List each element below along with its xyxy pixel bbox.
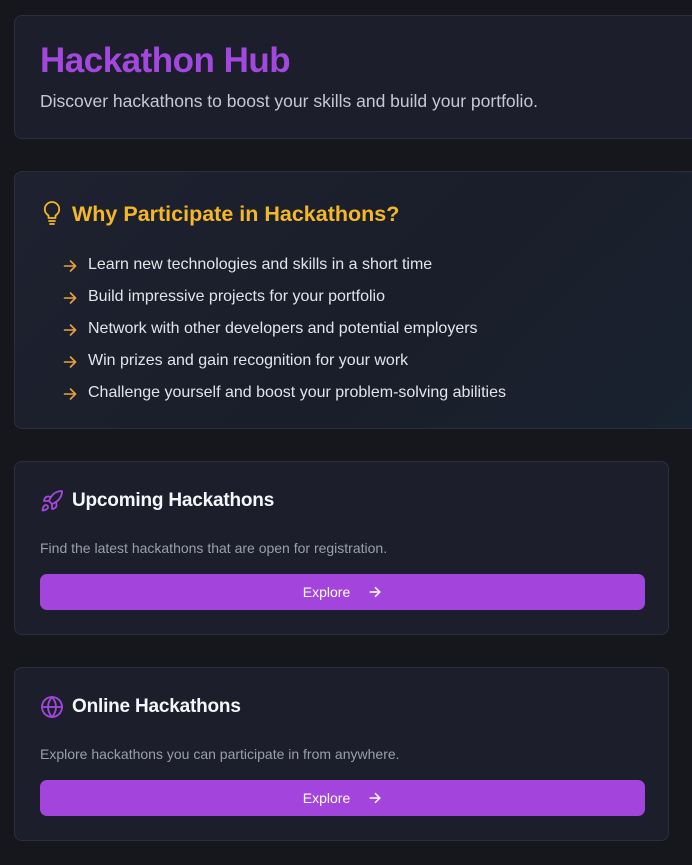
page-subtitle: Discover hackathons to boost your skills… [40,91,539,111]
upcoming-hackathons-card: Upcoming Hackathons Find the latest hack… [14,461,669,635]
arrow-right-icon [63,260,77,272]
arrow-right-icon [63,356,77,368]
benefit-item: Challenge yourself and boost your proble… [62,380,506,412]
header-card: Hackathon Hub Discover hackathons to boo… [14,15,692,139]
explore-upcoming-button[interactable]: Explore [40,574,645,610]
why-participate-title: Why Participate in Hackathons? [72,202,400,226]
arrow-right-icon [369,586,381,598]
globe-icon [41,696,63,718]
benefit-item: Learn new technologies and skills in a s… [62,252,506,284]
why-participate-card: Why Participate in Hackathons? Learn new… [14,171,692,429]
benefit-text: Learn new technologies and skills in a s… [88,256,433,273]
page-title: Hackathon Hub [40,41,291,80]
rocket-icon [41,490,63,512]
benefit-text: Win prizes and gain recognition for your… [88,352,409,369]
benefits-list: Learn new technologies and skills in a s… [62,252,506,412]
benefit-item: Build impressive projects for your portf… [62,284,506,316]
benefit-text: Build impressive projects for your portf… [88,288,386,305]
online-hackathons-description: Explore hackathons you can participate i… [40,746,400,762]
benefit-item: Network with other developers and potent… [62,316,506,348]
online-hackathons-card: Online Hackathons Explore hackathons you… [14,667,669,841]
explore-button-label: Explore [302,790,351,806]
upcoming-hackathons-title: Upcoming Hackathons [72,490,275,511]
benefit-item: Win prizes and gain recognition for your… [62,348,506,380]
arrow-right-icon [63,292,77,304]
online-hackathons-title: Online Hackathons [72,696,241,717]
benefit-text: Challenge yourself and boost your proble… [88,384,507,401]
arrow-right-icon [63,388,77,400]
benefit-text: Network with other developers and potent… [88,320,478,337]
explore-online-button[interactable]: Explore [40,780,645,816]
arrow-right-icon [63,324,77,336]
lightbulb-icon [43,201,61,225]
upcoming-hackathons-description: Find the latest hackathons that are open… [40,540,388,556]
arrow-right-icon [369,792,381,804]
explore-button-label: Explore [302,584,351,600]
